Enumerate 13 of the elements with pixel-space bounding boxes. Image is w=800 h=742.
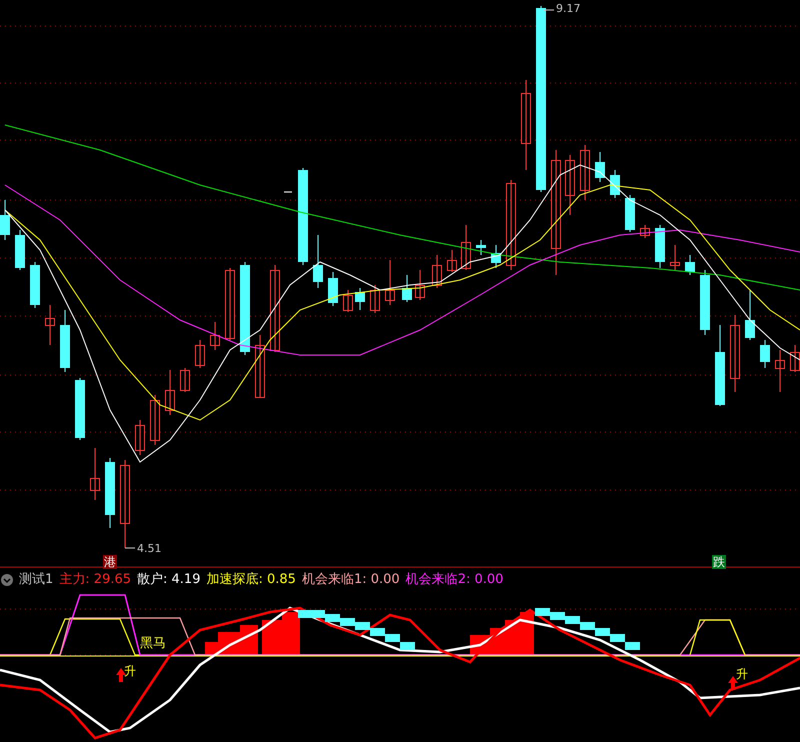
rise-marker: 升 [736, 668, 748, 680]
indicator-name: 测试1 [19, 571, 54, 590]
indicator-value: 加速探底: 0.85 [206, 571, 296, 590]
signal-badge: 跌 [712, 555, 726, 569]
signal-badge: 港 [103, 555, 117, 569]
high-price-label: 9.17 [556, 3, 580, 14]
low-price-label: 4.51 [137, 543, 162, 554]
indicator-value: 散户: 4.19 [137, 571, 200, 590]
indicator-value: 主力: 29.65 [59, 571, 132, 590]
indicator-value: 机会来临2: 0.00 [406, 571, 504, 590]
indicator-value: 机会来临1: 0.00 [302, 571, 400, 590]
rise-marker: 升 [124, 665, 136, 677]
signal-label: 黑马 [140, 637, 166, 650]
